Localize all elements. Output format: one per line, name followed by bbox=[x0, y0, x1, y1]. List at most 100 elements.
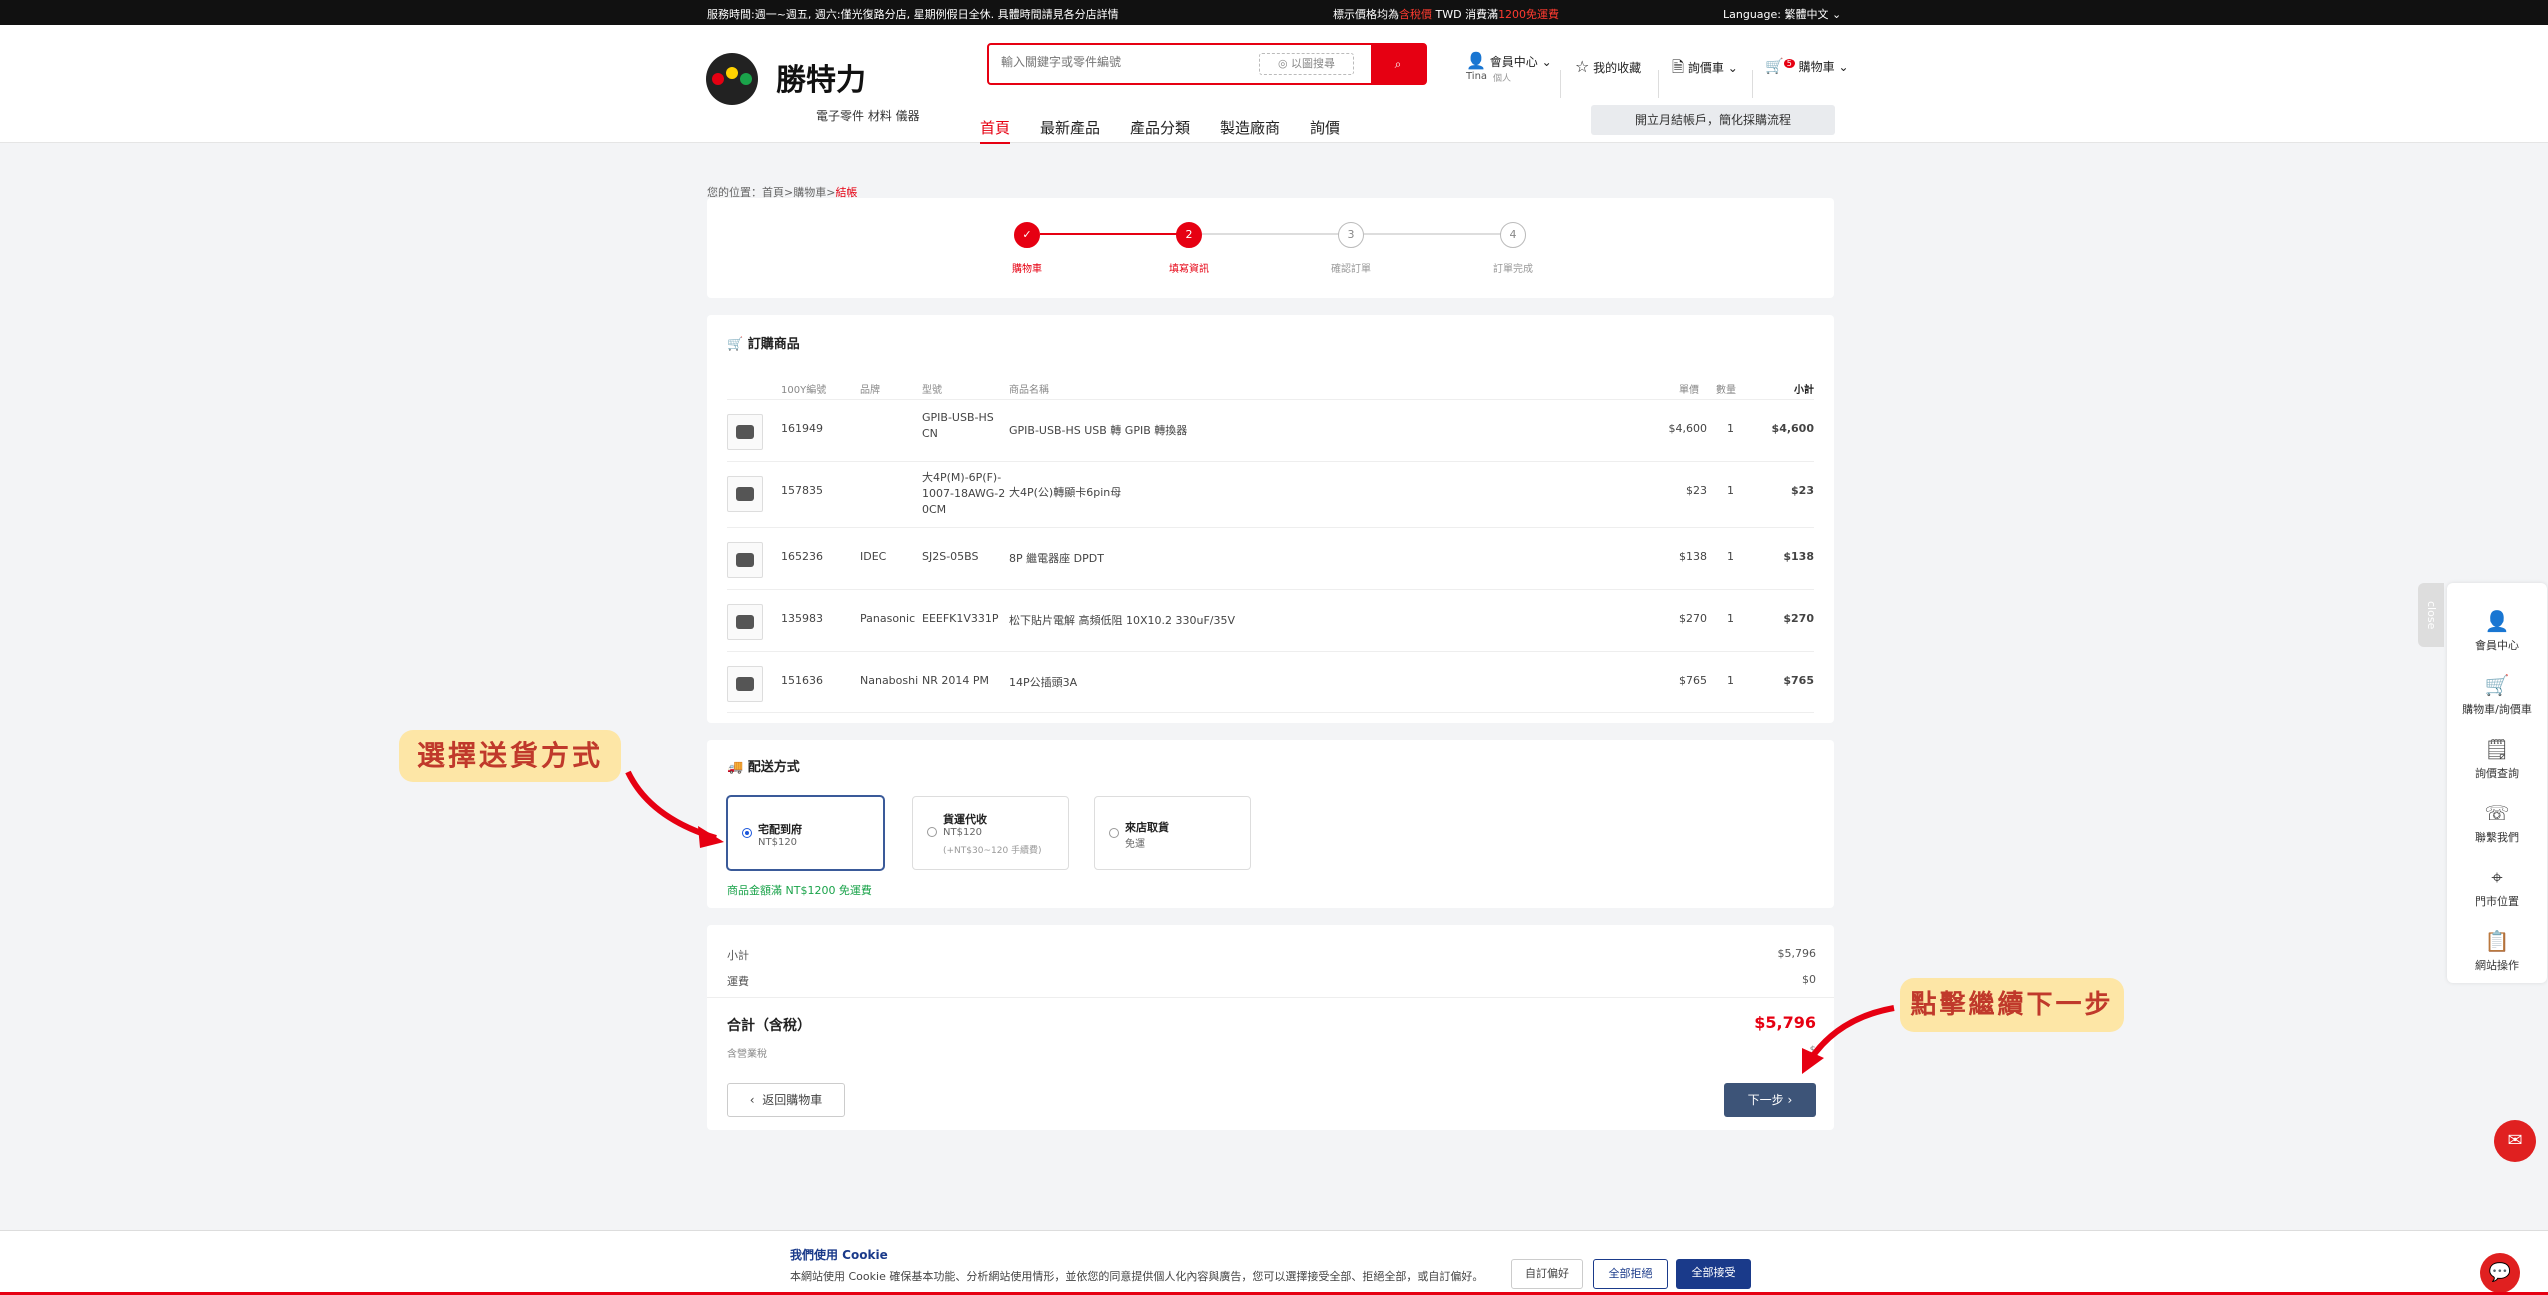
user-icon: 👤 bbox=[1466, 51, 1486, 70]
product-name-link[interactable]: 大4P(公)轉顯卡6pin母 bbox=[1009, 484, 1121, 500]
chat-button[interactable]: 💬 bbox=[2480, 1253, 2520, 1293]
search-button[interactable]: ⌕ bbox=[1371, 45, 1425, 83]
cart-link[interactable]: 🛒 5 購物車 ⌄ bbox=[1765, 57, 1849, 75]
cookie-title: 我們使用 Cookie bbox=[790, 1248, 888, 1262]
callout-next: 點擊繼續下一步 bbox=[1900, 978, 2124, 1032]
step-label: 訂單完成 bbox=[1493, 264, 1533, 275]
shipping-option-freight[interactable]: 貨運代收 NT$120 (+NT$30~120 手續費) bbox=[912, 796, 1069, 870]
table-row: 157835 大4P(M)-6P(F)-1007-18AWG-20CM 大4P(… bbox=[727, 461, 1814, 527]
quote-cart-link[interactable]: 🗎 詢價車 ⌄ bbox=[1672, 57, 1738, 82]
table-row: 135983 Panasonic EEEFK1V331P 松下貼片電解 高頻低阻… bbox=[727, 589, 1814, 651]
order-items-title: 🛒 訂購商品 bbox=[727, 337, 800, 352]
site-logo[interactable]: 勝特力 電子零件 材料 儀器 bbox=[706, 45, 936, 123]
next-step-button[interactable]: 下一步 › bbox=[1724, 1083, 1816, 1117]
step-cart: ✓ bbox=[1014, 222, 1040, 248]
cart-count-badge: 5 bbox=[1783, 59, 1795, 68]
chevron-left-icon: ‹ bbox=[749, 1093, 755, 1107]
callout-shipping: 選擇送貨方式 bbox=[399, 730, 621, 782]
sidebar-item-stores[interactable]: ⌖ 門市位置 bbox=[2447, 857, 2547, 921]
logo-tagline: 電子零件 材料 儀器 bbox=[816, 109, 920, 123]
product-image[interactable] bbox=[727, 604, 763, 640]
nav-manufacturers[interactable]: 製造廠商 bbox=[1220, 117, 1280, 138]
monthly-account-banner[interactable]: 開立月結帳戶，簡化採購流程 bbox=[1591, 105, 1835, 135]
order-summary-card: 小計 $5,796 運費 $0 合計（含稅） $5,796 含營業稅 $ ‹ 返… bbox=[707, 925, 1834, 1130]
shipping-card: 🚚 配送方式 宅配到府 NT$120 貨運代收 NT$120 (+NT$30~1… bbox=[707, 740, 1834, 908]
cart-icon: 🛒 bbox=[2484, 673, 2510, 697]
subtotal-label: 小計 bbox=[727, 949, 749, 962]
cart-icon: 🛒 bbox=[1765, 57, 1784, 75]
site-header: 勝特力 電子零件 材料 儀器 ◎ 以圖搜尋 ⌕ 👤 會員中心 ⌄ Tina 個人… bbox=[0, 25, 2548, 144]
sidebar-item-cart[interactable]: 🛒 購物車/詢價車 bbox=[2447, 665, 2547, 729]
product-image[interactable] bbox=[727, 414, 763, 450]
col-code: 100Y編號 bbox=[781, 385, 827, 396]
clipboard-icon: 🗒 bbox=[2484, 737, 2510, 761]
shipping-option-pickup[interactable]: 來店取貨 免運 bbox=[1094, 796, 1251, 870]
cart-icon: 🛒 bbox=[727, 337, 744, 352]
location-pin-icon: ⌖ bbox=[2491, 865, 2503, 889]
chevron-right-icon: › bbox=[1787, 1093, 1793, 1107]
arrow-next-icon bbox=[1802, 1005, 1895, 1074]
table-row: 161949 GPIB-USB-HS CN GPIB-USB-HS USB 轉 … bbox=[727, 399, 1814, 461]
product-name-link[interactable]: 松下貼片電解 高頻低阻 10X10.2 330uF/35V bbox=[1009, 612, 1235, 628]
chat-bot-button[interactable]: ✉ bbox=[2494, 1120, 2536, 1162]
product-name-link[interactable]: GPIB-USB-HS USB 轉 GPIB 轉換器 bbox=[1009, 422, 1187, 438]
member-center[interactable]: 👤 會員中心 ⌄ bbox=[1466, 51, 1552, 70]
product-image[interactable] bbox=[727, 476, 763, 512]
language-selector[interactable]: Language: 繁體中文 ⌄ bbox=[1723, 6, 1841, 22]
sidebar-item-member[interactable]: 👤 會員中心 bbox=[2447, 601, 2547, 665]
sidebar-item-quote[interactable]: 🗒 詢價查詢 bbox=[2447, 729, 2547, 793]
step-confirm: 3 bbox=[1338, 222, 1364, 248]
price-note: 標示價格均為含稅價 TWD 消費滿1200免運費 bbox=[1333, 8, 1560, 21]
free-shipping-note: 商品金額滿 NT$1200 免運費 bbox=[727, 884, 872, 897]
nav-new-products[interactable]: 最新產品 bbox=[1040, 117, 1100, 138]
search-box: ◎ 以圖搜尋 ⌕ bbox=[987, 43, 1427, 85]
col-name: 商品名稱 bbox=[1009, 385, 1049, 396]
table-row: 151636 Nanaboshi NR 2014 PM 14P公插頭3A $76… bbox=[727, 651, 1814, 713]
radio-button[interactable] bbox=[742, 828, 752, 838]
search-input[interactable] bbox=[1001, 55, 1241, 69]
col-qty: 數量 bbox=[1716, 385, 1736, 396]
cookie-description: 本網站使用 Cookie 確保基本功能、分析網站使用情形，並依您的同意提供個人化… bbox=[790, 1270, 1484, 1283]
search-icon: ⌕ bbox=[1394, 57, 1402, 71]
product-name-link[interactable]: 14P公插頭3A bbox=[1009, 674, 1077, 690]
product-image[interactable] bbox=[727, 542, 763, 578]
chat-icon: ✉ bbox=[2507, 1130, 2523, 1151]
total-label: 合計（含稅） bbox=[727, 1018, 811, 1034]
shipping-option-home[interactable]: 宅配到府 NT$120 bbox=[727, 796, 884, 870]
radio-button[interactable] bbox=[1109, 828, 1119, 838]
step-complete: 4 bbox=[1500, 222, 1526, 248]
cookie-custom-button[interactable]: 自訂偏好 bbox=[1511, 1259, 1583, 1289]
shipping-title: 🚚 配送方式 bbox=[727, 760, 800, 775]
favorites-link[interactable]: ☆ 我的收藏 bbox=[1575, 57, 1641, 76]
sidebar-close-tab[interactable]: close bbox=[2418, 583, 2444, 647]
chat-bubble-icon: 💬 bbox=[2488, 1262, 2512, 1283]
cookie-accept-button[interactable]: 全部接受 bbox=[1676, 1259, 1751, 1289]
phone-icon: ☏ bbox=[2484, 801, 2510, 825]
shipping-fee-value: $0 bbox=[1802, 973, 1816, 986]
star-icon: ☆ bbox=[1575, 57, 1590, 76]
logo-icon bbox=[706, 53, 758, 105]
arrow-shipping-icon bbox=[625, 770, 724, 848]
product-image[interactable] bbox=[727, 666, 763, 702]
top-info-bar: 服務時間:週一~週五, 週六:僅光復路分店, 星期例假日全休. 具體時間請見各分… bbox=[0, 0, 2548, 25]
col-subtotal: 小計 bbox=[1794, 385, 1814, 396]
document-icon: 🗎 bbox=[1672, 58, 1685, 76]
sidebar-item-guide[interactable]: 📋 網站操作 bbox=[2447, 921, 2547, 985]
user-name: Tina bbox=[1466, 71, 1488, 82]
nav-home[interactable]: 首頁 bbox=[980, 117, 1011, 144]
col-model: 型號 bbox=[922, 385, 942, 396]
sidebar-item-contact[interactable]: ☏ 聯繫我們 bbox=[2447, 793, 2547, 857]
nav-inquiry[interactable]: 詢價 bbox=[1310, 117, 1340, 138]
order-items-card: 🛒 訂購商品 100Y編號 品牌 型號 商品名稱 單價 數量 小計 161949… bbox=[707, 315, 1834, 723]
image-search-button[interactable]: ◎ 以圖搜尋 bbox=[1259, 53, 1354, 75]
back-to-cart-button[interactable]: ‹ 返回購物車 bbox=[727, 1083, 845, 1117]
radio-button[interactable] bbox=[927, 827, 937, 837]
guide-icon: 📋 bbox=[2484, 929, 2510, 953]
col-brand: 品牌 bbox=[860, 385, 880, 396]
subtotal-value: $5,796 bbox=[1777, 947, 1817, 960]
step-info: 2 bbox=[1176, 222, 1202, 248]
cookie-reject-button[interactable]: 全部拒絕 bbox=[1593, 1259, 1668, 1289]
nav-categories[interactable]: 產品分類 bbox=[1130, 117, 1190, 138]
camera-icon: ◎ bbox=[1277, 57, 1288, 70]
product-name-link[interactable]: 8P 繼電器座 DPDT bbox=[1009, 550, 1104, 566]
